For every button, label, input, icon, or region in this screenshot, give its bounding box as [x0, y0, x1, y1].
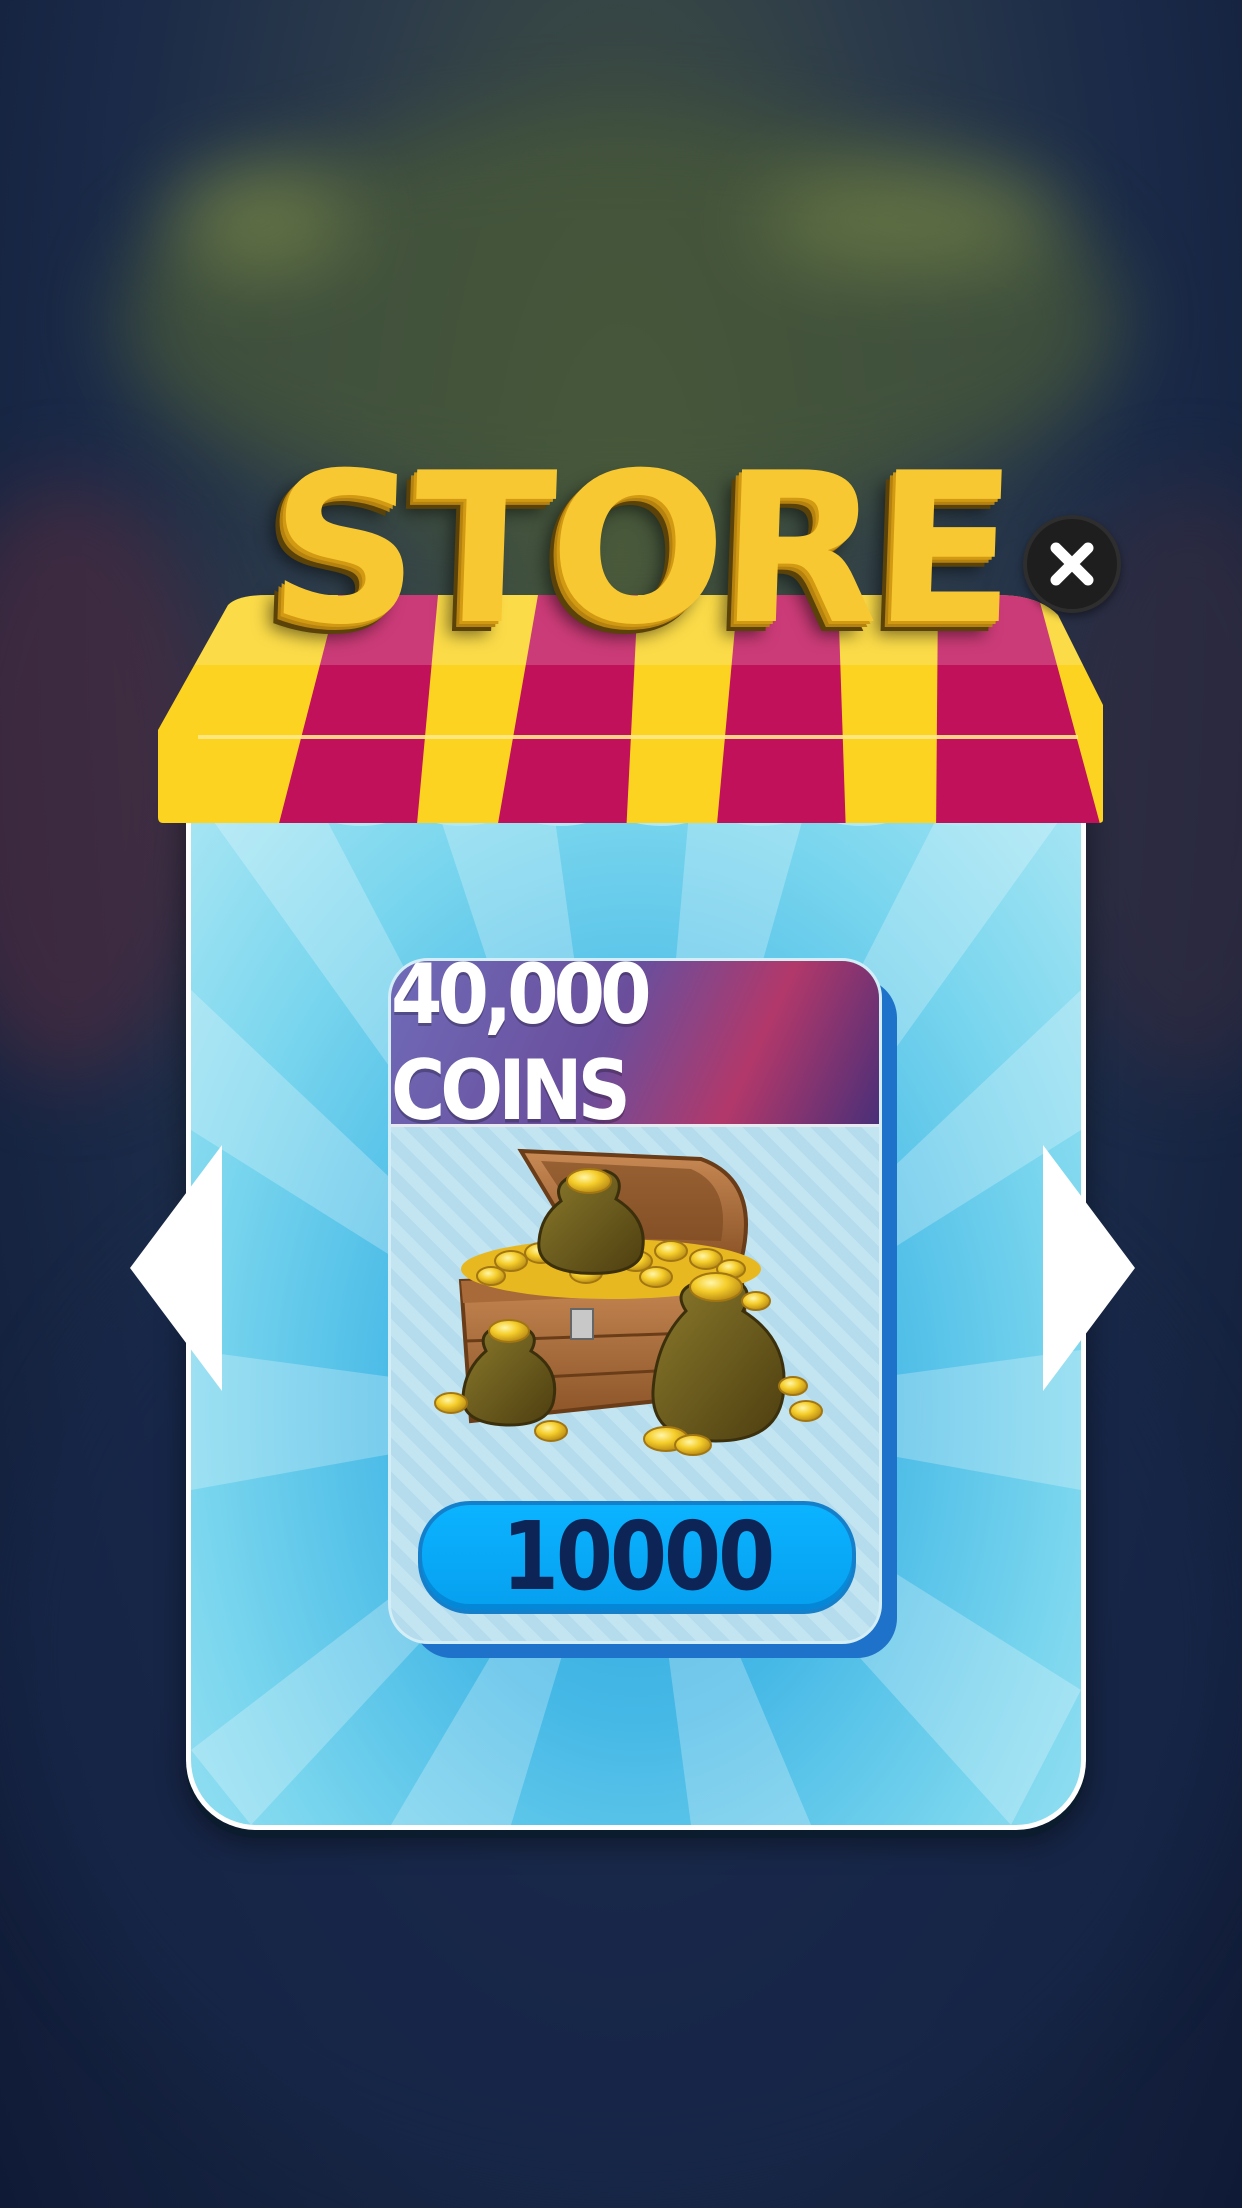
close-icon [1050, 542, 1094, 586]
offer-title: 40,000 COINS [391, 958, 652, 1139]
arrow-right-icon[interactable] [1041, 1143, 1137, 1393]
offer-card[interactable]: 40,000 COINS 10000 [388, 958, 882, 1644]
treasure-chest-icon [434, 1148, 823, 1456]
offer-header: 40,000 COINS [391, 961, 879, 1139]
store-title: STORE [265, 429, 1015, 671]
arrow-left-icon[interactable] [128, 1143, 224, 1393]
close-button[interactable] [1023, 515, 1121, 613]
price-label: 10000 [501, 1502, 775, 1613]
buy-price-button[interactable]: 10000 [418, 1501, 856, 1614]
